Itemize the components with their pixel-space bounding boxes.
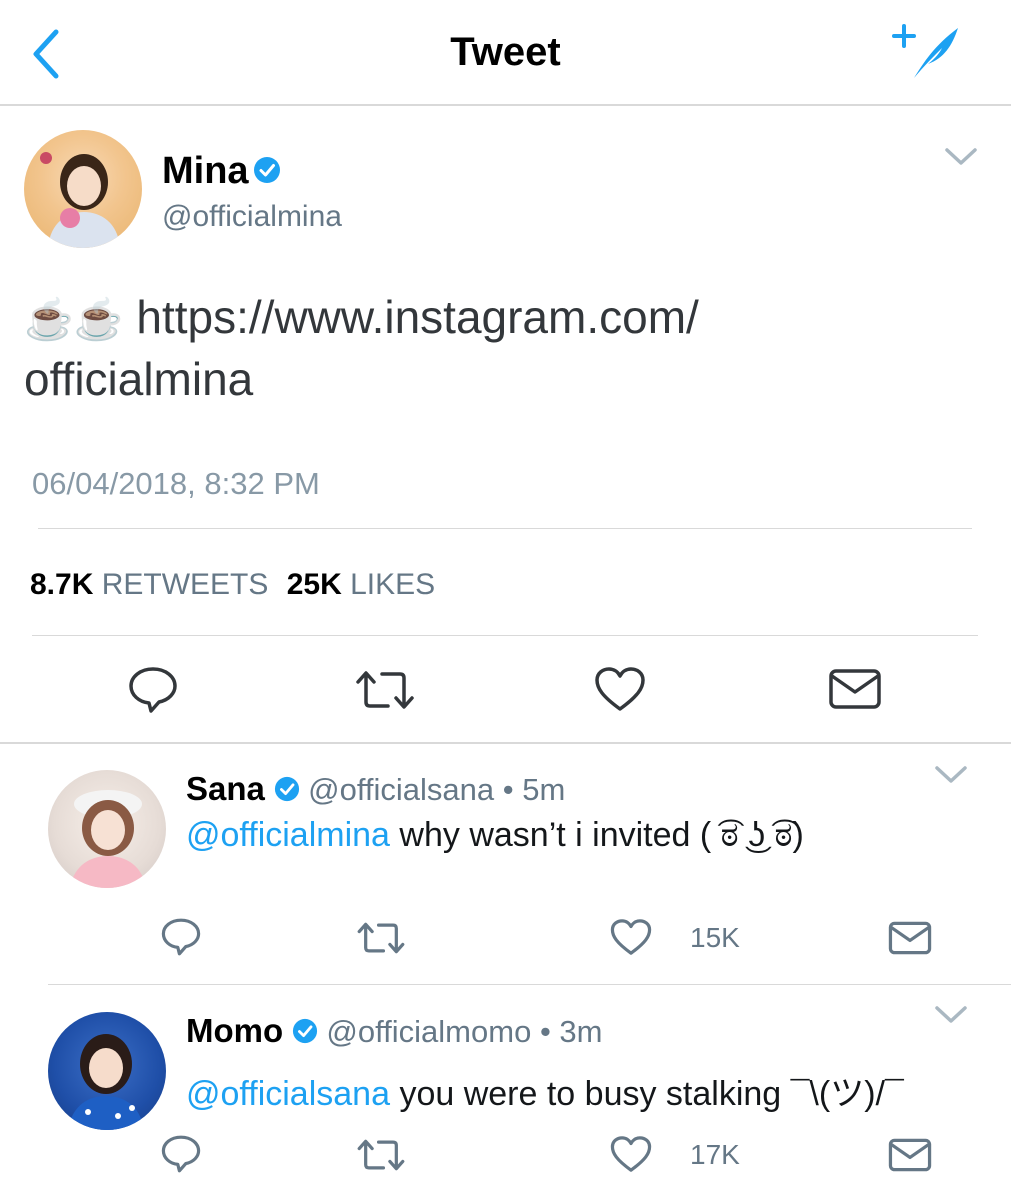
page-title: Tweet: [450, 30, 561, 74]
direct-message-icon[interactable]: [888, 1137, 932, 1173]
author-name[interactable]: Mina: [162, 150, 249, 193]
reply-body: @officialmina why wasn’t i invited ( ͡ಠ …: [186, 816, 804, 855]
divider: [32, 635, 978, 636]
reply-header: Momo @officialmomo • 3m: [186, 1012, 602, 1050]
like-count: 15K: [690, 922, 740, 953]
retweets-label[interactable]: RETWEETS: [102, 568, 269, 601]
sana-avatar[interactable]: [48, 770, 166, 888]
reply-header: Sana @officialsana • 5m: [186, 770, 565, 808]
reply-icon[interactable]: [127, 665, 179, 715]
reply-icon[interactable]: [160, 1134, 202, 1174]
heart-icon[interactable]: [610, 1135, 652, 1173]
reply-author-name[interactable]: Momo: [186, 1012, 283, 1049]
compose-tweet-icon[interactable]: [890, 22, 966, 82]
direct-message-icon[interactable]: [828, 668, 882, 710]
retweet-icon[interactable]: [356, 920, 406, 956]
reply-text: why wasn’t i invited ( ͡ಠ ͜ʖ ͡ಠ): [389, 816, 804, 854]
retweet-icon[interactable]: [354, 668, 416, 712]
reply-author-handle[interactable]: @officialmomo: [326, 1014, 531, 1049]
retweet-icon[interactable]: [356, 1137, 406, 1173]
tweet-body: ☕☕ https://www.instagram.com/: [24, 286, 699, 351]
reply-author-handle[interactable]: @officialsana: [308, 772, 494, 807]
likes-label[interactable]: LIKES: [350, 568, 435, 601]
reply-time: • 3m: [539, 1014, 603, 1049]
heart-icon[interactable]: [610, 918, 652, 956]
verified-badge-icon: [253, 156, 281, 184]
chevron-down-icon[interactable]: [944, 146, 978, 168]
retweet-count[interactable]: 8.7K: [30, 568, 93, 601]
divider: [38, 528, 972, 529]
tweet-stats: 8.7K RETWEETS 25K LIKES: [30, 568, 435, 602]
divider: [48, 984, 1011, 985]
mention-link[interactable]: @officialsana: [186, 1075, 390, 1113]
reply-icon[interactable]: [160, 917, 202, 957]
reply-text: you were to busy stalking ¯\(ツ)/¯: [390, 1075, 904, 1113]
reply-body: @officialsana you were to busy stalking …: [186, 1066, 904, 1115]
like-count[interactable]: 25K: [287, 568, 342, 601]
verified-badge-icon: [274, 776, 300, 802]
instagram-link-continued[interactable]: officialmina: [24, 348, 253, 410]
direct-message-icon[interactable]: [888, 920, 932, 956]
mina-avatar[interactable]: [24, 130, 142, 248]
author-handle[interactable]: @officialmina: [162, 200, 342, 234]
chevron-down-icon[interactable]: [934, 1004, 968, 1026]
momo-avatar[interactable]: [48, 1012, 166, 1130]
reply-author-name[interactable]: Sana: [186, 770, 265, 807]
like-count: 17K: [690, 1139, 740, 1170]
verified-badge-icon: [292, 1018, 318, 1044]
divider: [0, 742, 1011, 744]
coffee-emoji: ☕☕: [24, 298, 124, 342]
mention-link[interactable]: @officialmina: [186, 816, 390, 854]
heart-icon[interactable]: [594, 666, 646, 712]
instagram-link[interactable]: https://www.instagram.com/: [136, 291, 698, 343]
tweet-timestamp: 06/04/2018, 8:32 PM: [32, 466, 320, 501]
chevron-down-icon[interactable]: [934, 764, 968, 786]
reply-time: • 5m: [502, 772, 566, 807]
